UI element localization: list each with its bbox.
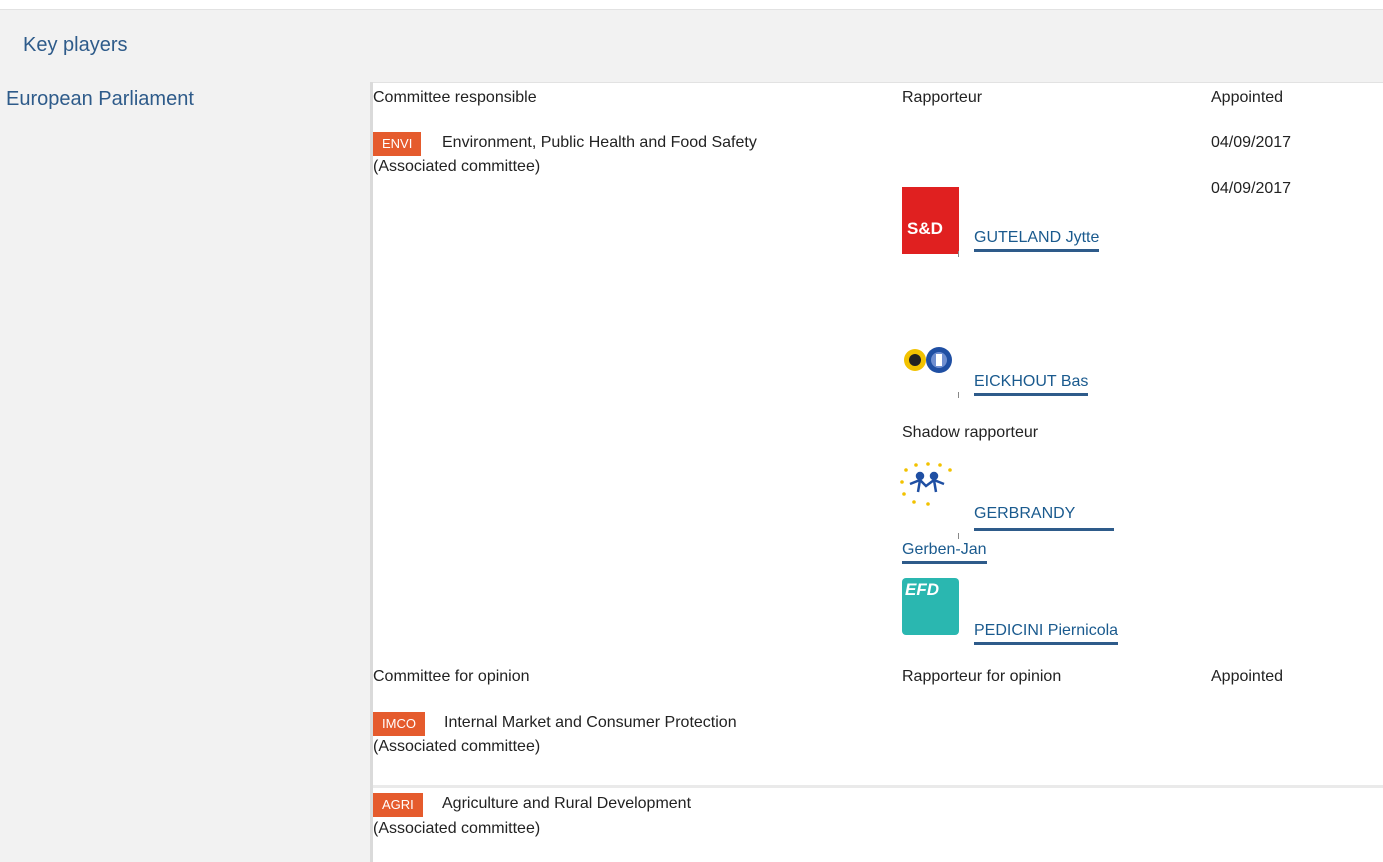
logo-tick bbox=[958, 251, 959, 257]
alde-figures-icon bbox=[909, 471, 945, 493]
col-header-appointed-opinion: Appointed bbox=[1211, 668, 1284, 685]
efdd-logo-text: EFD bbox=[905, 580, 939, 599]
col-header-rapporteur: Rapporteur bbox=[902, 89, 983, 106]
committee-note-agri: (Associated committee) bbox=[373, 820, 541, 837]
efdd-logo: EFD bbox=[902, 578, 959, 635]
shadow-link-gerbrandy-line1[interactable]: GERBRANDY bbox=[974, 505, 1075, 525]
col-header-committee-opinion: Committee for opinion bbox=[373, 668, 530, 685]
institution-column: European Parliament bbox=[0, 82, 370, 862]
col-header-appointed: Appointed bbox=[1211, 89, 1284, 106]
key-players-header: Key players bbox=[0, 9, 1383, 83]
eu-circle-icon bbox=[926, 347, 952, 373]
committee-badge-agri[interactable]: AGRI bbox=[373, 793, 423, 817]
committee-name-envi: Environment, Public Health and Food Safe… bbox=[442, 134, 757, 151]
logo-tick bbox=[958, 392, 959, 398]
shadow-link-pedicini[interactable]: PEDICINI Piernicola bbox=[974, 622, 1119, 645]
sunflower-icon bbox=[904, 349, 926, 371]
shadow-rapporteur-label: Shadow rapporteur bbox=[902, 424, 1039, 441]
committee-note-imco: (Associated committee) bbox=[373, 738, 541, 755]
section-title: Key players bbox=[23, 34, 128, 56]
logo-tick bbox=[958, 533, 959, 539]
shadow-link-gerbrandy-line2[interactable]: Gerben-Jan bbox=[902, 541, 987, 564]
committee-name-imco: Internal Market and Consumer Protection bbox=[444, 714, 737, 731]
appointed-date: 04/09/2017 bbox=[1211, 180, 1292, 197]
rapporteur-link-guteland[interactable]: GUTELAND Jytte bbox=[974, 229, 1100, 252]
col-header-rapporteur-opinion: Rapporteur for opinion bbox=[902, 668, 1062, 685]
rapporteur-link-eickhout[interactable]: EICKHOUT Bas bbox=[974, 373, 1089, 396]
appointed-date: 04/09/2017 bbox=[1211, 134, 1292, 151]
alde-logo bbox=[900, 462, 952, 506]
committee-name-agri: Agriculture and Rural Development bbox=[442, 795, 692, 812]
col-header-committee-responsible: Committee responsible bbox=[373, 89, 537, 106]
row-separator bbox=[373, 785, 1383, 788]
greens-efa-logo bbox=[904, 347, 952, 373]
institution-label: European Parliament bbox=[6, 88, 194, 110]
s-and-d-logo: S&D bbox=[902, 187, 959, 254]
s-and-d-logo-text: S&D bbox=[907, 219, 943, 238]
link-underline bbox=[974, 528, 1114, 531]
committee-badge-imco[interactable]: IMCO bbox=[373, 712, 425, 736]
committee-note-envi: (Associated committee) bbox=[373, 158, 541, 175]
committee-badge-envi[interactable]: ENVI bbox=[373, 132, 422, 156]
